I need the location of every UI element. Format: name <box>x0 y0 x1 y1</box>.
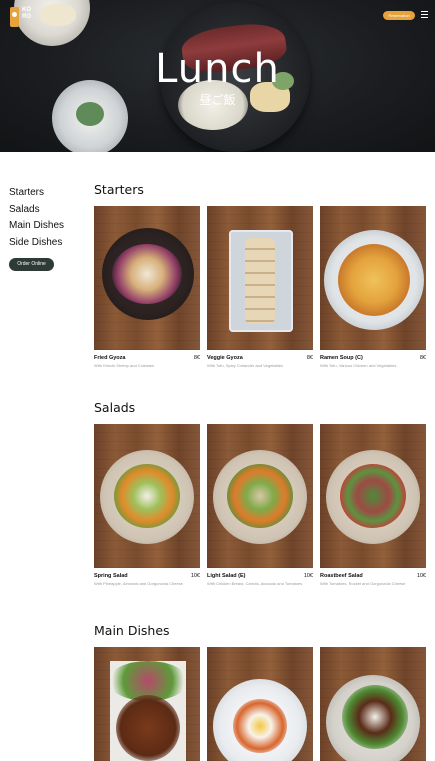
dish-name: Fried Gyoza <box>94 355 126 361</box>
dish-description: With Tomatoes, Rocket and Gorgonzola Che… <box>320 581 406 586</box>
hero-banner: KO RO Reservation Lunch 昼ご飯 <box>0 0 435 152</box>
dish-price: 10€ <box>190 573 200 579</box>
order-online-button[interactable]: Order Online <box>9 258 54 271</box>
reservation-button[interactable]: Reservation <box>383 11 415 20</box>
dish-photo <box>94 647 200 761</box>
dish-description: With Kimchi Shrimp and Coleslaw <box>94 363 155 368</box>
dish-price: 10€ <box>416 573 426 579</box>
dish-description: With Tofu, Various Chicken and Vegetable… <box>320 363 397 368</box>
dish-photo <box>207 424 313 568</box>
page-subtitle: 昼ご飯 <box>199 93 236 107</box>
dish-photo <box>320 206 426 350</box>
dish-name: Spring Salad <box>94 573 128 579</box>
sidebar-item-salads[interactable]: Salads <box>9 202 89 219</box>
dish-price: 8€ <box>306 355 313 361</box>
dish-name: Roastbeef Salad <box>320 573 363 579</box>
sidebar-item-main-dishes[interactable]: Main Dishes <box>9 218 89 235</box>
section-title-starters: Starters <box>94 182 144 197</box>
dish-price: 8€ <box>193 355 200 361</box>
dish-name: Ramen Soup (C) <box>320 355 363 361</box>
dish-name: Veggie Gyoza <box>207 355 243 361</box>
logo-text: KO RO <box>22 7 31 20</box>
hamburger-menu-icon[interactable] <box>421 11 428 18</box>
brand-logo[interactable]: KO RO <box>10 7 34 27</box>
dish-description: With Tofu, Spicy Coriander and Vegetable… <box>207 363 283 368</box>
dish-photo <box>207 647 313 761</box>
dish-description: With Chicken Breast, Carrots, Avocado an… <box>207 581 303 586</box>
dish-photo <box>94 424 200 568</box>
sidebar-item-side-dishes[interactable]: Side Dishes <box>9 235 89 252</box>
dish-photo <box>320 647 426 761</box>
dish-name: Light Salad (E) <box>207 573 246 579</box>
dish-description: With Pineapple, Almonds and Gorgonzola C… <box>94 581 183 586</box>
sidebar-item-starters[interactable]: Starters <box>9 185 89 202</box>
menu-category-nav: Starters Salads Main Dishes Side Dishes <box>9 185 89 251</box>
dish-photo <box>94 206 200 350</box>
dish-price: 10€ <box>303 573 313 579</box>
section-title-main-dishes: Main Dishes <box>94 623 170 638</box>
section-title-salads: Salads <box>94 400 136 415</box>
dish-price: 8€ <box>419 355 426 361</box>
page-title: Lunch <box>155 46 280 92</box>
dish-photo <box>320 424 426 568</box>
dish-photo <box>207 206 313 350</box>
